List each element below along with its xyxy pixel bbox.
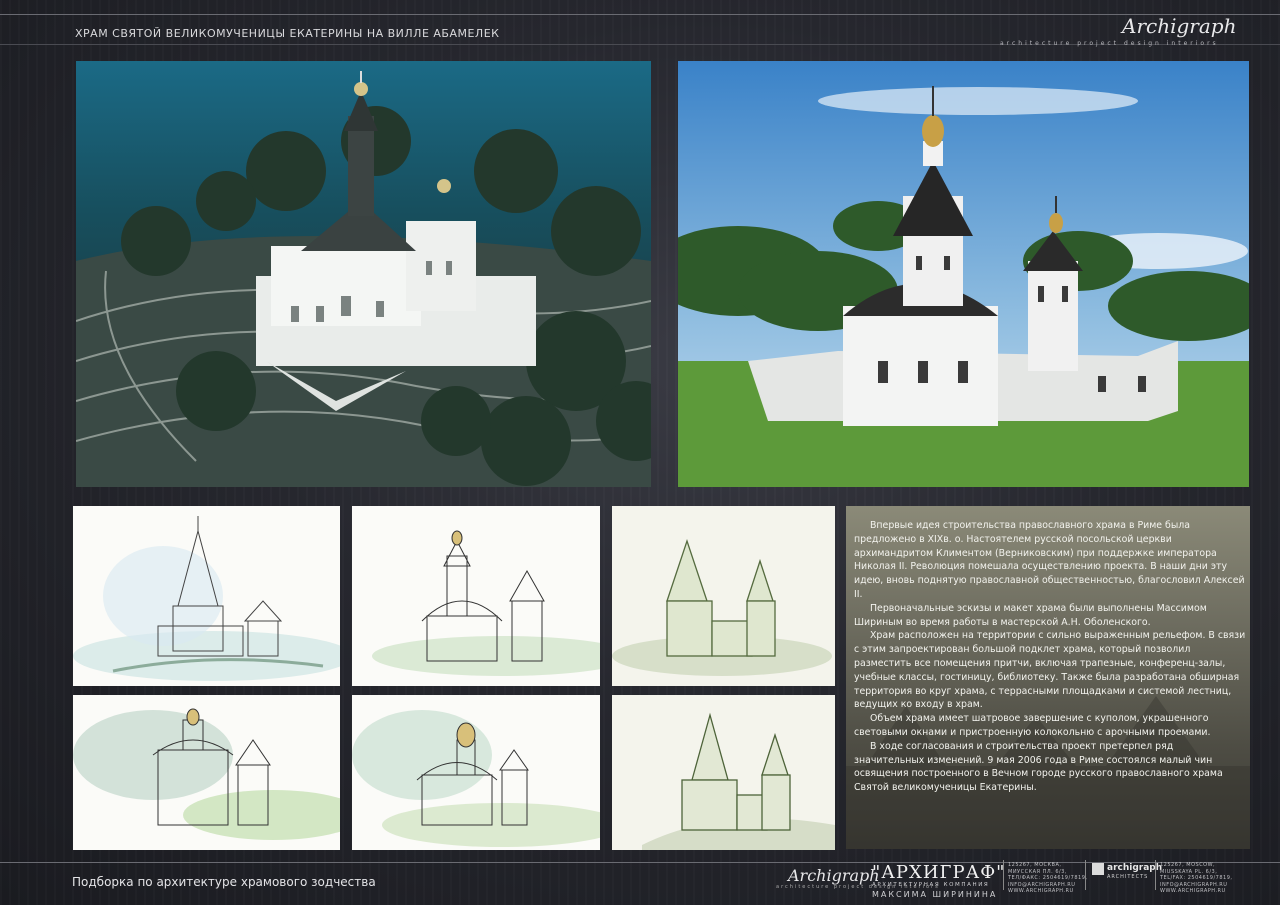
address-ru-line-3: ТЕЛ/ФАКС: 2504619/7819,	[1008, 875, 1088, 881]
address-english: 125267, MOSCOW, MIUSSKAYA PL. 6/3, TEL/F…	[1160, 862, 1233, 895]
description-paragraph-4: Объем храма имеет шатровое завершение с …	[854, 713, 1211, 738]
sketch-1	[73, 506, 340, 686]
address-russian: 125267, МОСКВА, МИУССКАЯ ПЛ. 6/3, ТЕЛ/ФА…	[1008, 862, 1087, 895]
page-subtitle: Подборка по архитектуре храмового зодчес…	[72, 875, 376, 889]
brand-owner: МАКСИМА ШИРИНИНА	[872, 890, 998, 899]
built-church-photo	[678, 61, 1249, 487]
top-rule	[0, 14, 1280, 15]
address-en-line-3: TEL/FAX: 2504619/7819,	[1160, 875, 1233, 881]
brand-name: "АРХИГРАФ"	[872, 862, 1006, 883]
sketch-4	[73, 695, 340, 850]
logo-square-icon	[1092, 863, 1104, 875]
footer-divider-2	[1155, 860, 1156, 890]
header-tagline: architecture project design interiors	[1000, 40, 1219, 47]
logo-text: archigraph	[1107, 863, 1163, 873]
page-title: ХРАМ СВЯТОЙ ВЕЛИКОМУЧЕНИЦЫ ЕКАТЕРИНЫ НА …	[75, 27, 500, 40]
brand-subtitle: АРХИТЕКТУРНАЯ КОМПАНИЯ	[872, 882, 990, 888]
description-paragraph-3: Храм расположен на территории с сильно в…	[854, 630, 1246, 711]
archigraph-signature-logo: Archigraph	[1122, 14, 1237, 38]
footer-divider-1	[1003, 860, 1004, 890]
address-en-line-5: WWW.ARCHIGRAPH.RU	[1160, 888, 1226, 894]
sketch-6	[612, 695, 835, 850]
address-ru-line-5: WWW.ARCHIGRAPH.RU	[1008, 888, 1074, 894]
sketch-3	[612, 506, 835, 686]
logo-subtext: ARCHITECTS	[1107, 874, 1149, 880]
footer-signature-logo: Archigraph	[788, 866, 880, 885]
description-panel: Впервые идея строительства православного…	[846, 506, 1250, 849]
sketch-5	[352, 695, 600, 850]
description-paragraph-1: Впервые идея строительства православного…	[854, 520, 1245, 600]
archigraph-logo: archigraph ARCHITECTS	[1085, 860, 1162, 890]
description-text: Впервые идея строительства православного…	[854, 519, 1246, 795]
church-model-photo	[76, 61, 651, 487]
description-paragraph-5: В ходе согласования и строительства прое…	[854, 740, 1223, 794]
description-paragraph-2: Первоначальные эскизы и макет храма были…	[854, 602, 1207, 628]
sketch-2	[352, 506, 600, 686]
